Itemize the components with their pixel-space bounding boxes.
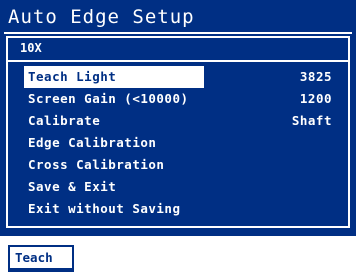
menu-item-label: Save & Exit <box>28 179 117 194</box>
menu-item-label: Calibrate <box>28 113 101 128</box>
zoom-level-label: 10X <box>20 41 42 55</box>
menu-item-save-exit[interactable]: Save & Exit <box>24 176 336 198</box>
setup-panel: Auto Edge Setup 10X Teach Light 3825 Scr… <box>0 0 356 236</box>
softkey-bar <box>8 268 74 272</box>
menu-item-label: Teach Light <box>24 66 204 88</box>
zoom-header-frame <box>6 36 350 60</box>
teach-softkey-button[interactable]: Teach <box>8 245 74 269</box>
menu-item-value: 1200 <box>299 91 332 106</box>
menu-item-label: Cross Calibration <box>28 157 165 172</box>
auto-edge-setup-screen: Auto Edge Setup 10X Teach Light 3825 Scr… <box>0 0 356 272</box>
menu-item-edge-calibration[interactable]: Edge Calibration <box>24 132 336 154</box>
menu-item-screen-gain[interactable]: Screen Gain (<10000) 1200 <box>24 88 336 110</box>
menu-item-cross-calibration[interactable]: Cross Calibration <box>24 154 336 176</box>
menu-item-exit-without-saving[interactable]: Exit without Saving <box>24 198 336 220</box>
menu-item-teach-light[interactable]: Teach Light 3825 <box>24 66 336 88</box>
menu-item-label: Edge Calibration <box>28 135 157 150</box>
page-title: Auto Edge Setup <box>8 6 195 28</box>
menu-item-value: Shaft <box>291 113 332 128</box>
title-divider <box>4 32 352 34</box>
menu-item-value: 3825 <box>299 69 332 84</box>
menu-item-calibrate[interactable]: Calibrate Shaft <box>24 110 336 132</box>
menu-item-label: Screen Gain (<10000) <box>28 91 189 106</box>
menu-item-label: Exit without Saving <box>28 201 181 216</box>
